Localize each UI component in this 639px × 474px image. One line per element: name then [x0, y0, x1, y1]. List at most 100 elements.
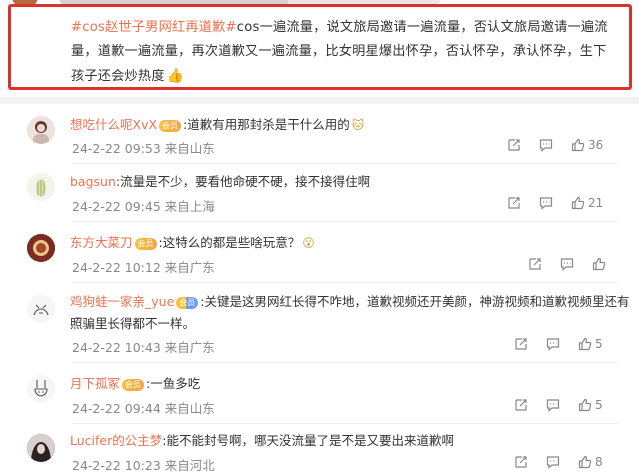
like-button[interactable] — [592, 257, 606, 271]
comment-actions: 36 — [507, 138, 603, 152]
like-icon — [571, 138, 585, 152]
row-divider — [72, 163, 619, 164]
share-button[interactable] — [507, 196, 521, 210]
comment-line: bagsun:流量是不少，要看他命硬不硬，接不接得住啊 — [70, 173, 370, 191]
comment-line: 月下孤冢 会员:一鱼多吃 — [70, 375, 200, 393]
comment-item: 鸡狗蛙一家亲_yue 会员:关键是这男网红长得不咋地，道歉视频还开美颜，神游视频和… — [0, 289, 639, 361]
comment-date: 24-2-22 09:45 — [72, 199, 161, 214]
comment-meta: 24-2-22 10:12 来自广东 — [72, 257, 215, 276]
share-button[interactable] — [514, 398, 528, 412]
comment-actions: 8 — [514, 455, 603, 469]
row-divider — [72, 221, 619, 222]
share-button[interactable] — [514, 455, 528, 469]
comment-date: 24-2-22 09:44 — [72, 401, 161, 416]
comment-button[interactable] — [560, 257, 574, 271]
comment-text: :一鱼多吃 — [146, 376, 201, 391]
like-icon — [578, 455, 592, 469]
share-icon — [508, 197, 520, 209]
comment-button[interactable] — [546, 337, 560, 351]
share-button[interactable] — [507, 138, 521, 152]
comment-location: 来自河北 — [164, 458, 215, 473]
avatar[interactable] — [27, 173, 55, 201]
comment-line: 东方大菜刀 会员:这特么的都是些啥玩意？ 😮 — [70, 234, 315, 252]
like-count: 8 — [595, 455, 603, 469]
comment-icon — [560, 258, 574, 271]
share-icon — [515, 456, 527, 468]
avatar[interactable] — [27, 116, 55, 144]
avatar[interactable] — [27, 234, 55, 262]
comment-location: 来自山东 — [164, 141, 215, 156]
vip-badge: 会员 — [122, 379, 145, 391]
like-count: 21 — [588, 196, 604, 210]
share-icon — [529, 258, 541, 270]
comment-line: 想吃什么呢XvX 会员:道歉有用那封杀是干什么用的 🐱 — [70, 116, 364, 134]
like-button[interactable]: 5 — [578, 337, 603, 351]
comment-button[interactable] — [546, 398, 560, 412]
comment-date: 24-2-22 10:23 — [72, 458, 161, 473]
avatar[interactable] — [27, 295, 55, 323]
comment-location: 来自上海 — [164, 199, 215, 214]
comment-location: 来自山东 — [164, 401, 215, 416]
comment-icon — [546, 338, 560, 351]
like-icon — [592, 257, 606, 271]
row-divider — [72, 282, 619, 283]
like-icon — [578, 337, 592, 351]
comment-button[interactable] — [546, 455, 560, 469]
avatar[interactable] — [27, 375, 55, 403]
comment-username[interactable]: bagsun — [70, 174, 116, 189]
comment-icon — [546, 456, 560, 469]
comment-actions: 5 — [514, 398, 603, 412]
comment-date: 24-2-22 10:12 — [72, 260, 161, 275]
vip-badge: 会员 — [176, 297, 199, 309]
like-count: 36 — [588, 138, 604, 152]
like-count: 5 — [595, 337, 603, 351]
vip-badge: 会员 — [159, 120, 182, 132]
post-text: #cos赵世子男网红再道歉#cos一遍流量，说文旅局邀请一遍流量，否认文旅局邀请… — [71, 16, 619, 89]
row-divider — [72, 362, 619, 363]
comment-button[interactable] — [539, 196, 553, 210]
like-button[interactable]: 36 — [571, 138, 603, 152]
comment-actions: 5 — [514, 337, 603, 351]
comment-item: Lucifer的公主梦:能不能封号啊，哪天没流量了是不是又要出来道歉啊 24-2… — [0, 428, 639, 474]
comment-username[interactable]: 鸡狗蛙一家亲_yue — [70, 294, 174, 309]
comment-location: 来自广东 — [164, 340, 215, 355]
comment-icon — [546, 399, 560, 412]
comment-button[interactable] — [539, 138, 553, 152]
comment-meta: 24-2-22 10:43 来自广东 — [72, 337, 215, 356]
row-divider — [72, 423, 619, 424]
share-button[interactable] — [514, 337, 528, 351]
like-button[interactable]: 21 — [571, 196, 603, 210]
like-icon — [571, 196, 585, 210]
comment-line: 鸡狗蛙一家亲_yue 会员:关键是这男网红长得不咋地，道歉视频还开美颜，神游视频和… — [70, 291, 630, 335]
comment-username[interactable]: 东方大菜刀 — [70, 235, 133, 250]
comment-date: 24-2-22 09:53 — [72, 141, 161, 156]
emoji-icon: 😮 — [302, 236, 315, 250]
comment-username[interactable]: 月下孤冢 — [70, 376, 120, 391]
comment-username[interactable]: 想吃什么呢XvX — [70, 117, 157, 132]
comment-icon — [539, 139, 553, 152]
share-button[interactable] — [528, 257, 542, 271]
comment-meta: 24-2-22 09:44 来自山东 — [72, 398, 215, 417]
like-button[interactable]: 5 — [578, 398, 603, 412]
comment-meta: 24-2-22 10:23 来自河北 — [72, 455, 215, 474]
comment-meta: 24-2-22 09:53 来自山东 — [72, 138, 215, 157]
comment-location: 来自广东 — [164, 260, 215, 275]
share-icon — [515, 338, 527, 350]
like-button[interactable]: 8 — [578, 455, 603, 469]
vip-badge: 会员 — [134, 238, 157, 250]
comment-text: :流量是不少，要看他命硬不硬，接不接得住啊 — [115, 174, 371, 189]
comment-text: :道歉有用那封杀是干什么用的 — [183, 117, 350, 132]
share-icon — [515, 399, 527, 411]
comment-username[interactable]: Lucifer的公主梦 — [70, 433, 162, 448]
highlighted-post: #cos赵世子男网红再道歉#cos一遍流量，说文旅局邀请一遍流量，否认文旅局邀请… — [8, 4, 632, 90]
comment-date: 24-2-22 10:43 — [72, 340, 161, 355]
emoji-icon: 🐱 — [351, 118, 365, 132]
like-count: 5 — [595, 398, 603, 412]
avatar[interactable] — [27, 434, 55, 462]
weibo-comment-page: #cos赵世子男网红再道歉#cos一遍流量，说文旅局邀请一遍流量，否认文旅局邀请… — [0, 0, 639, 474]
comment-actions: 21 — [507, 196, 603, 210]
comment-line: Lucifer的公主梦:能不能封号啊，哪天没流量了是不是又要出来道歉啊 — [70, 432, 454, 450]
section-divider — [0, 97, 639, 104]
comment-icon — [539, 197, 553, 210]
hashtag-link[interactable]: #cos赵世子男网红再道歉# — [71, 20, 237, 35]
